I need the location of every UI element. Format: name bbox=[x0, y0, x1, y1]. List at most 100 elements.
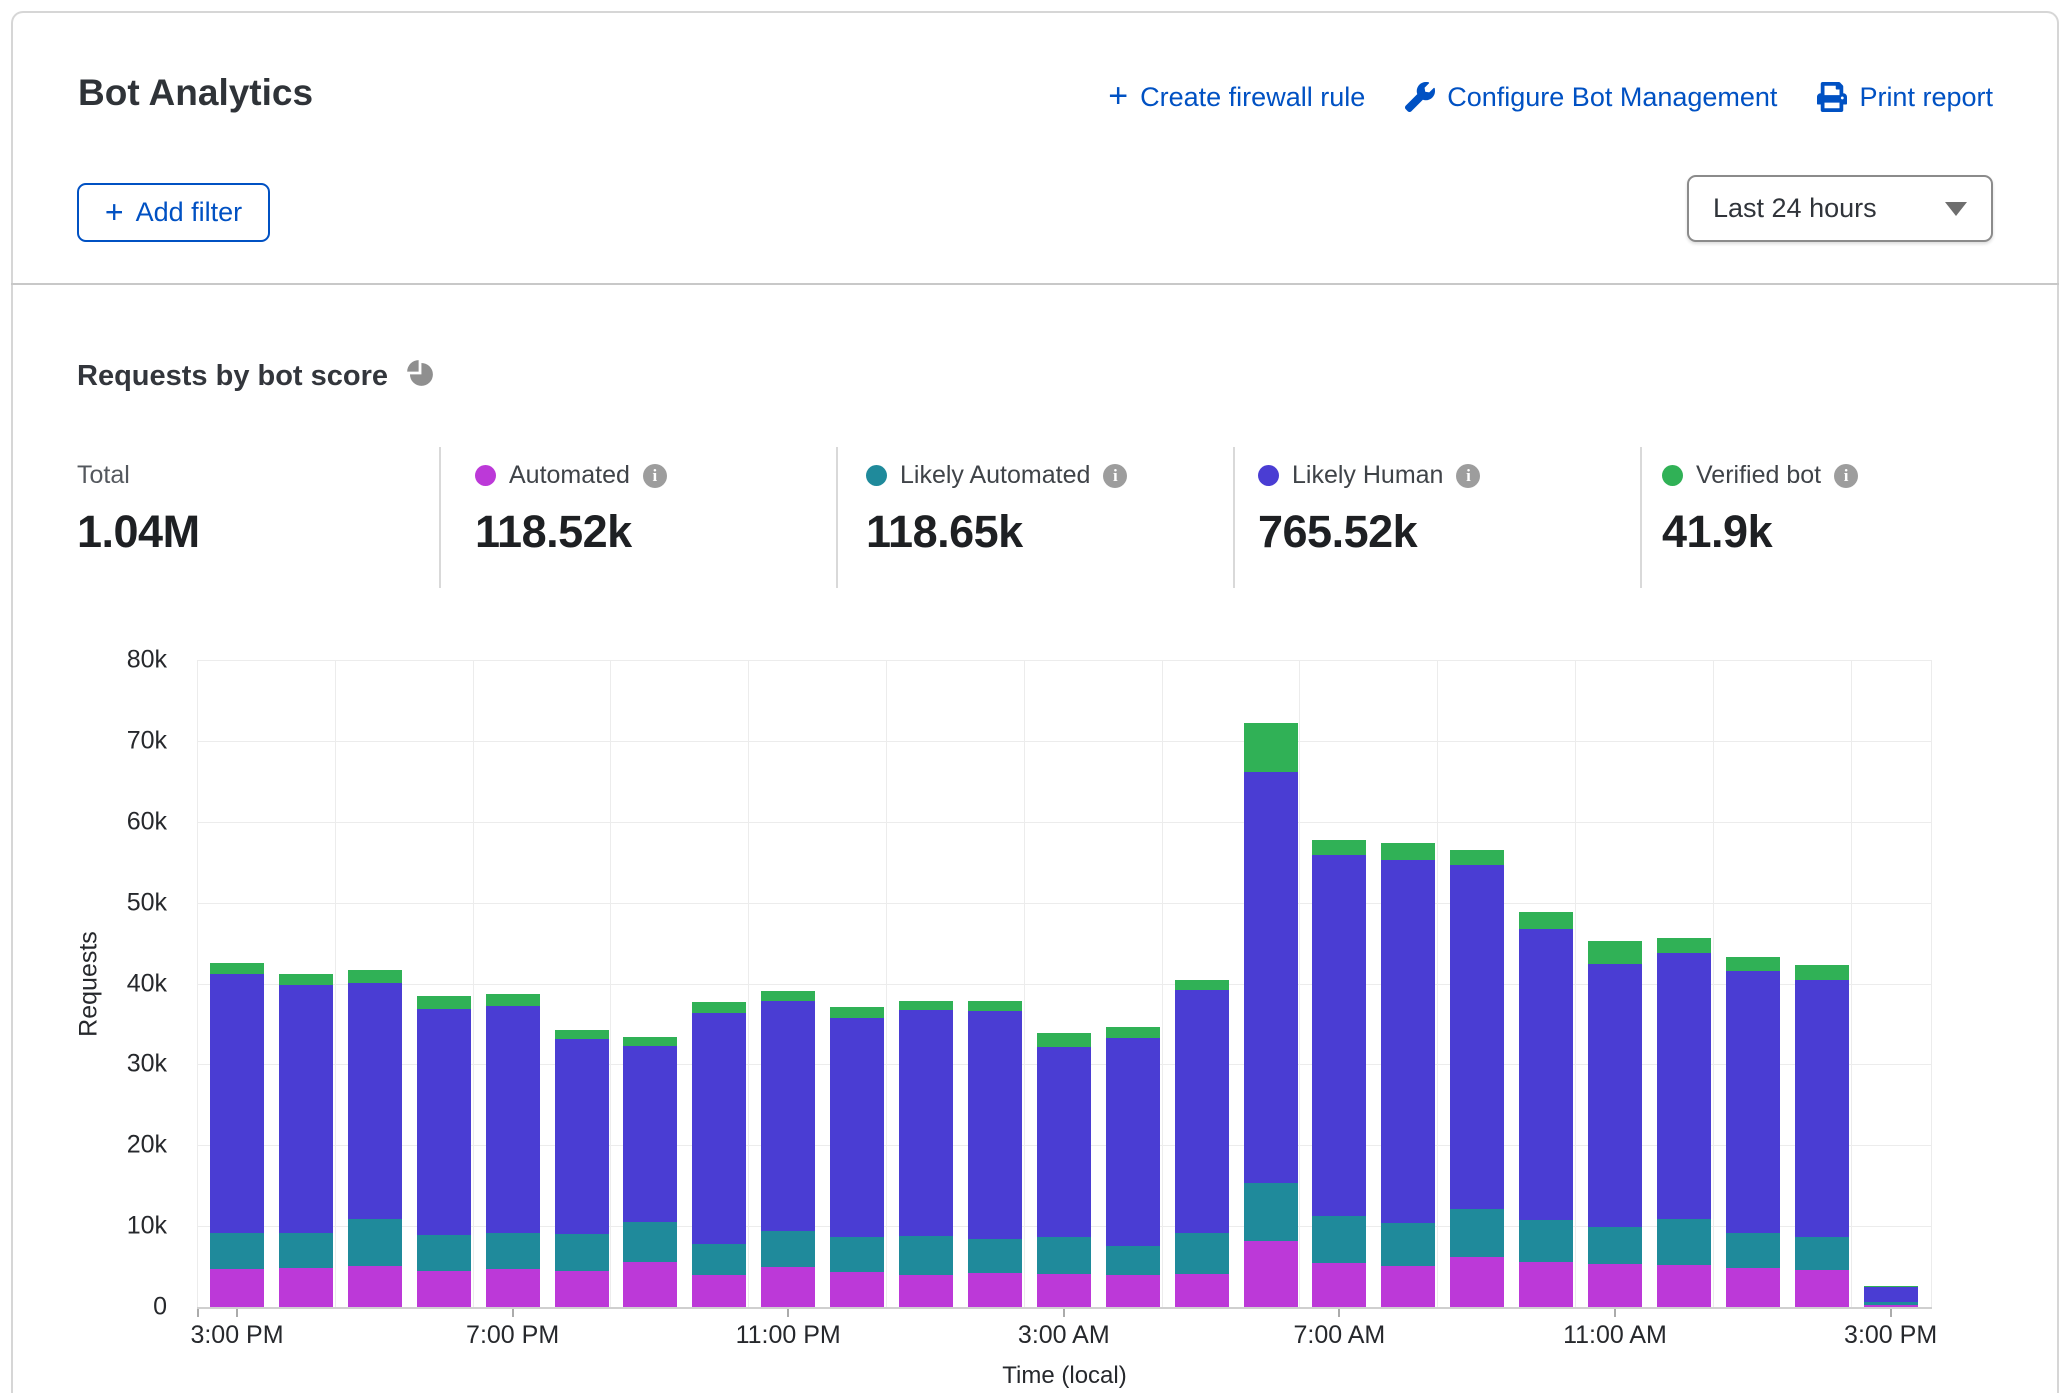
bar-segment[interactable] bbox=[1244, 1183, 1298, 1240]
bar-11[interactable] bbox=[968, 1001, 1022, 1307]
bar-segment[interactable] bbox=[279, 974, 333, 985]
print-report-link[interactable]: Print report bbox=[1817, 82, 1993, 113]
bar-segment[interactable] bbox=[623, 1046, 677, 1222]
info-icon[interactable]: i bbox=[1456, 464, 1480, 488]
bar-15[interactable] bbox=[1244, 723, 1298, 1307]
bar-segment[interactable] bbox=[968, 1011, 1022, 1239]
bar-segment[interactable] bbox=[899, 1010, 953, 1236]
bar-segment[interactable] bbox=[417, 996, 471, 1009]
bar-segment[interactable] bbox=[1106, 1038, 1160, 1247]
bar-segment[interactable] bbox=[1588, 1227, 1642, 1264]
bar-segment[interactable] bbox=[1588, 941, 1642, 964]
bar-segment[interactable] bbox=[1381, 1266, 1435, 1307]
bar-segment[interactable] bbox=[623, 1262, 677, 1307]
bar-segment[interactable] bbox=[1175, 990, 1229, 1233]
configure-bot-management-link[interactable]: Configure Bot Management bbox=[1405, 82, 1777, 113]
bar-segment[interactable] bbox=[1795, 1270, 1849, 1307]
bar-13[interactable] bbox=[1106, 1027, 1160, 1307]
bar-segment[interactable] bbox=[1519, 912, 1573, 929]
bar-segment[interactable] bbox=[1864, 1287, 1918, 1302]
bar-segment[interactable] bbox=[555, 1234, 609, 1271]
bar-segment[interactable] bbox=[1450, 1209, 1504, 1257]
bar-21[interactable] bbox=[1657, 938, 1711, 1307]
bar-segment[interactable] bbox=[1312, 855, 1366, 1217]
bar-segment[interactable] bbox=[1588, 964, 1642, 1227]
bar-14[interactable] bbox=[1175, 980, 1229, 1307]
bar-segment[interactable] bbox=[1795, 965, 1849, 980]
bar-segment[interactable] bbox=[1175, 1233, 1229, 1274]
bar-segment[interactable] bbox=[623, 1222, 677, 1262]
create-firewall-rule-link[interactable]: + Create firewall rule bbox=[1108, 80, 1365, 114]
bar-segment[interactable] bbox=[1726, 957, 1780, 971]
bar-segment[interactable] bbox=[692, 1275, 746, 1307]
bar-segment[interactable] bbox=[830, 1018, 884, 1238]
bar-segment[interactable] bbox=[1381, 843, 1435, 860]
bar-segment[interactable] bbox=[830, 1237, 884, 1272]
bar-segment[interactable] bbox=[830, 1272, 884, 1307]
bar-segment[interactable] bbox=[348, 983, 402, 1219]
bar-0[interactable] bbox=[210, 963, 264, 1307]
bar-3[interactable] bbox=[417, 996, 471, 1307]
bar-segment[interactable] bbox=[210, 963, 264, 974]
bar-segment[interactable] bbox=[899, 1275, 953, 1307]
bar-10[interactable] bbox=[899, 1001, 953, 1308]
bar-segment[interactable] bbox=[555, 1039, 609, 1234]
bar-segment[interactable] bbox=[899, 1236, 953, 1275]
time-range-select[interactable]: Last 24 hours bbox=[1687, 175, 1993, 242]
bar-segment[interactable] bbox=[1244, 723, 1298, 772]
bar-segment[interactable] bbox=[1726, 1268, 1780, 1307]
bar-segment[interactable] bbox=[1244, 1241, 1298, 1307]
bar-segment[interactable] bbox=[1037, 1047, 1091, 1236]
bar-8[interactable] bbox=[761, 991, 815, 1307]
bar-segment[interactable] bbox=[1657, 953, 1711, 1219]
bar-19[interactable] bbox=[1519, 912, 1573, 1307]
bar-segment[interactable] bbox=[1657, 1219, 1711, 1265]
bar-segment[interactable] bbox=[486, 1269, 540, 1307]
add-filter-button[interactable]: + Add filter bbox=[77, 183, 270, 242]
bar-segment[interactable] bbox=[417, 1271, 471, 1307]
bar-segment[interactable] bbox=[1519, 1262, 1573, 1307]
bar-segment[interactable] bbox=[1037, 1237, 1091, 1274]
bar-segment[interactable] bbox=[210, 974, 264, 1233]
bar-segment[interactable] bbox=[968, 1273, 1022, 1307]
bar-segment[interactable] bbox=[1450, 1257, 1504, 1307]
bar-segment[interactable] bbox=[486, 1233, 540, 1269]
bar-20[interactable] bbox=[1588, 941, 1642, 1307]
bar-segment[interactable] bbox=[348, 1266, 402, 1307]
bar-segment[interactable] bbox=[1312, 840, 1366, 855]
bar-segment[interactable] bbox=[1037, 1033, 1091, 1048]
bar-segment[interactable] bbox=[692, 1002, 746, 1013]
bar-segment[interactable] bbox=[1244, 772, 1298, 1184]
bar-segment[interactable] bbox=[279, 985, 333, 1232]
bar-segment[interactable] bbox=[555, 1271, 609, 1307]
bar-segment[interactable] bbox=[1381, 860, 1435, 1223]
bar-segment[interactable] bbox=[968, 1239, 1022, 1273]
bar-segment[interactable] bbox=[1450, 850, 1504, 865]
bar-segment[interactable] bbox=[830, 1007, 884, 1018]
bar-segment[interactable] bbox=[692, 1244, 746, 1276]
info-icon[interactable]: i bbox=[1103, 464, 1127, 488]
bar-24[interactable] bbox=[1864, 1286, 1918, 1307]
bar-segment[interactable] bbox=[761, 1267, 815, 1307]
bar-5[interactable] bbox=[555, 1030, 609, 1307]
bar-segment[interactable] bbox=[348, 1219, 402, 1266]
bar-segment[interactable] bbox=[1175, 1274, 1229, 1307]
bar-segment[interactable] bbox=[1175, 980, 1229, 990]
bar-segment[interactable] bbox=[210, 1233, 264, 1269]
bar-4[interactable] bbox=[486, 994, 540, 1307]
bar-segment[interactable] bbox=[1795, 980, 1849, 1236]
bar-16[interactable] bbox=[1312, 840, 1366, 1307]
bar-segment[interactable] bbox=[1037, 1274, 1091, 1307]
bar-segment[interactable] bbox=[1588, 1264, 1642, 1307]
bar-segment[interactable] bbox=[1450, 865, 1504, 1209]
bar-segment[interactable] bbox=[1726, 1233, 1780, 1269]
bar-segment[interactable] bbox=[348, 970, 402, 983]
info-icon[interactable]: i bbox=[643, 464, 667, 488]
bar-segment[interactable] bbox=[761, 1231, 815, 1267]
bar-segment[interactable] bbox=[1519, 929, 1573, 1221]
bar-12[interactable] bbox=[1037, 1033, 1091, 1307]
bar-17[interactable] bbox=[1381, 843, 1435, 1307]
bar-segment[interactable] bbox=[486, 1006, 540, 1232]
bar-2[interactable] bbox=[348, 970, 402, 1307]
bar-segment[interactable] bbox=[1106, 1027, 1160, 1038]
